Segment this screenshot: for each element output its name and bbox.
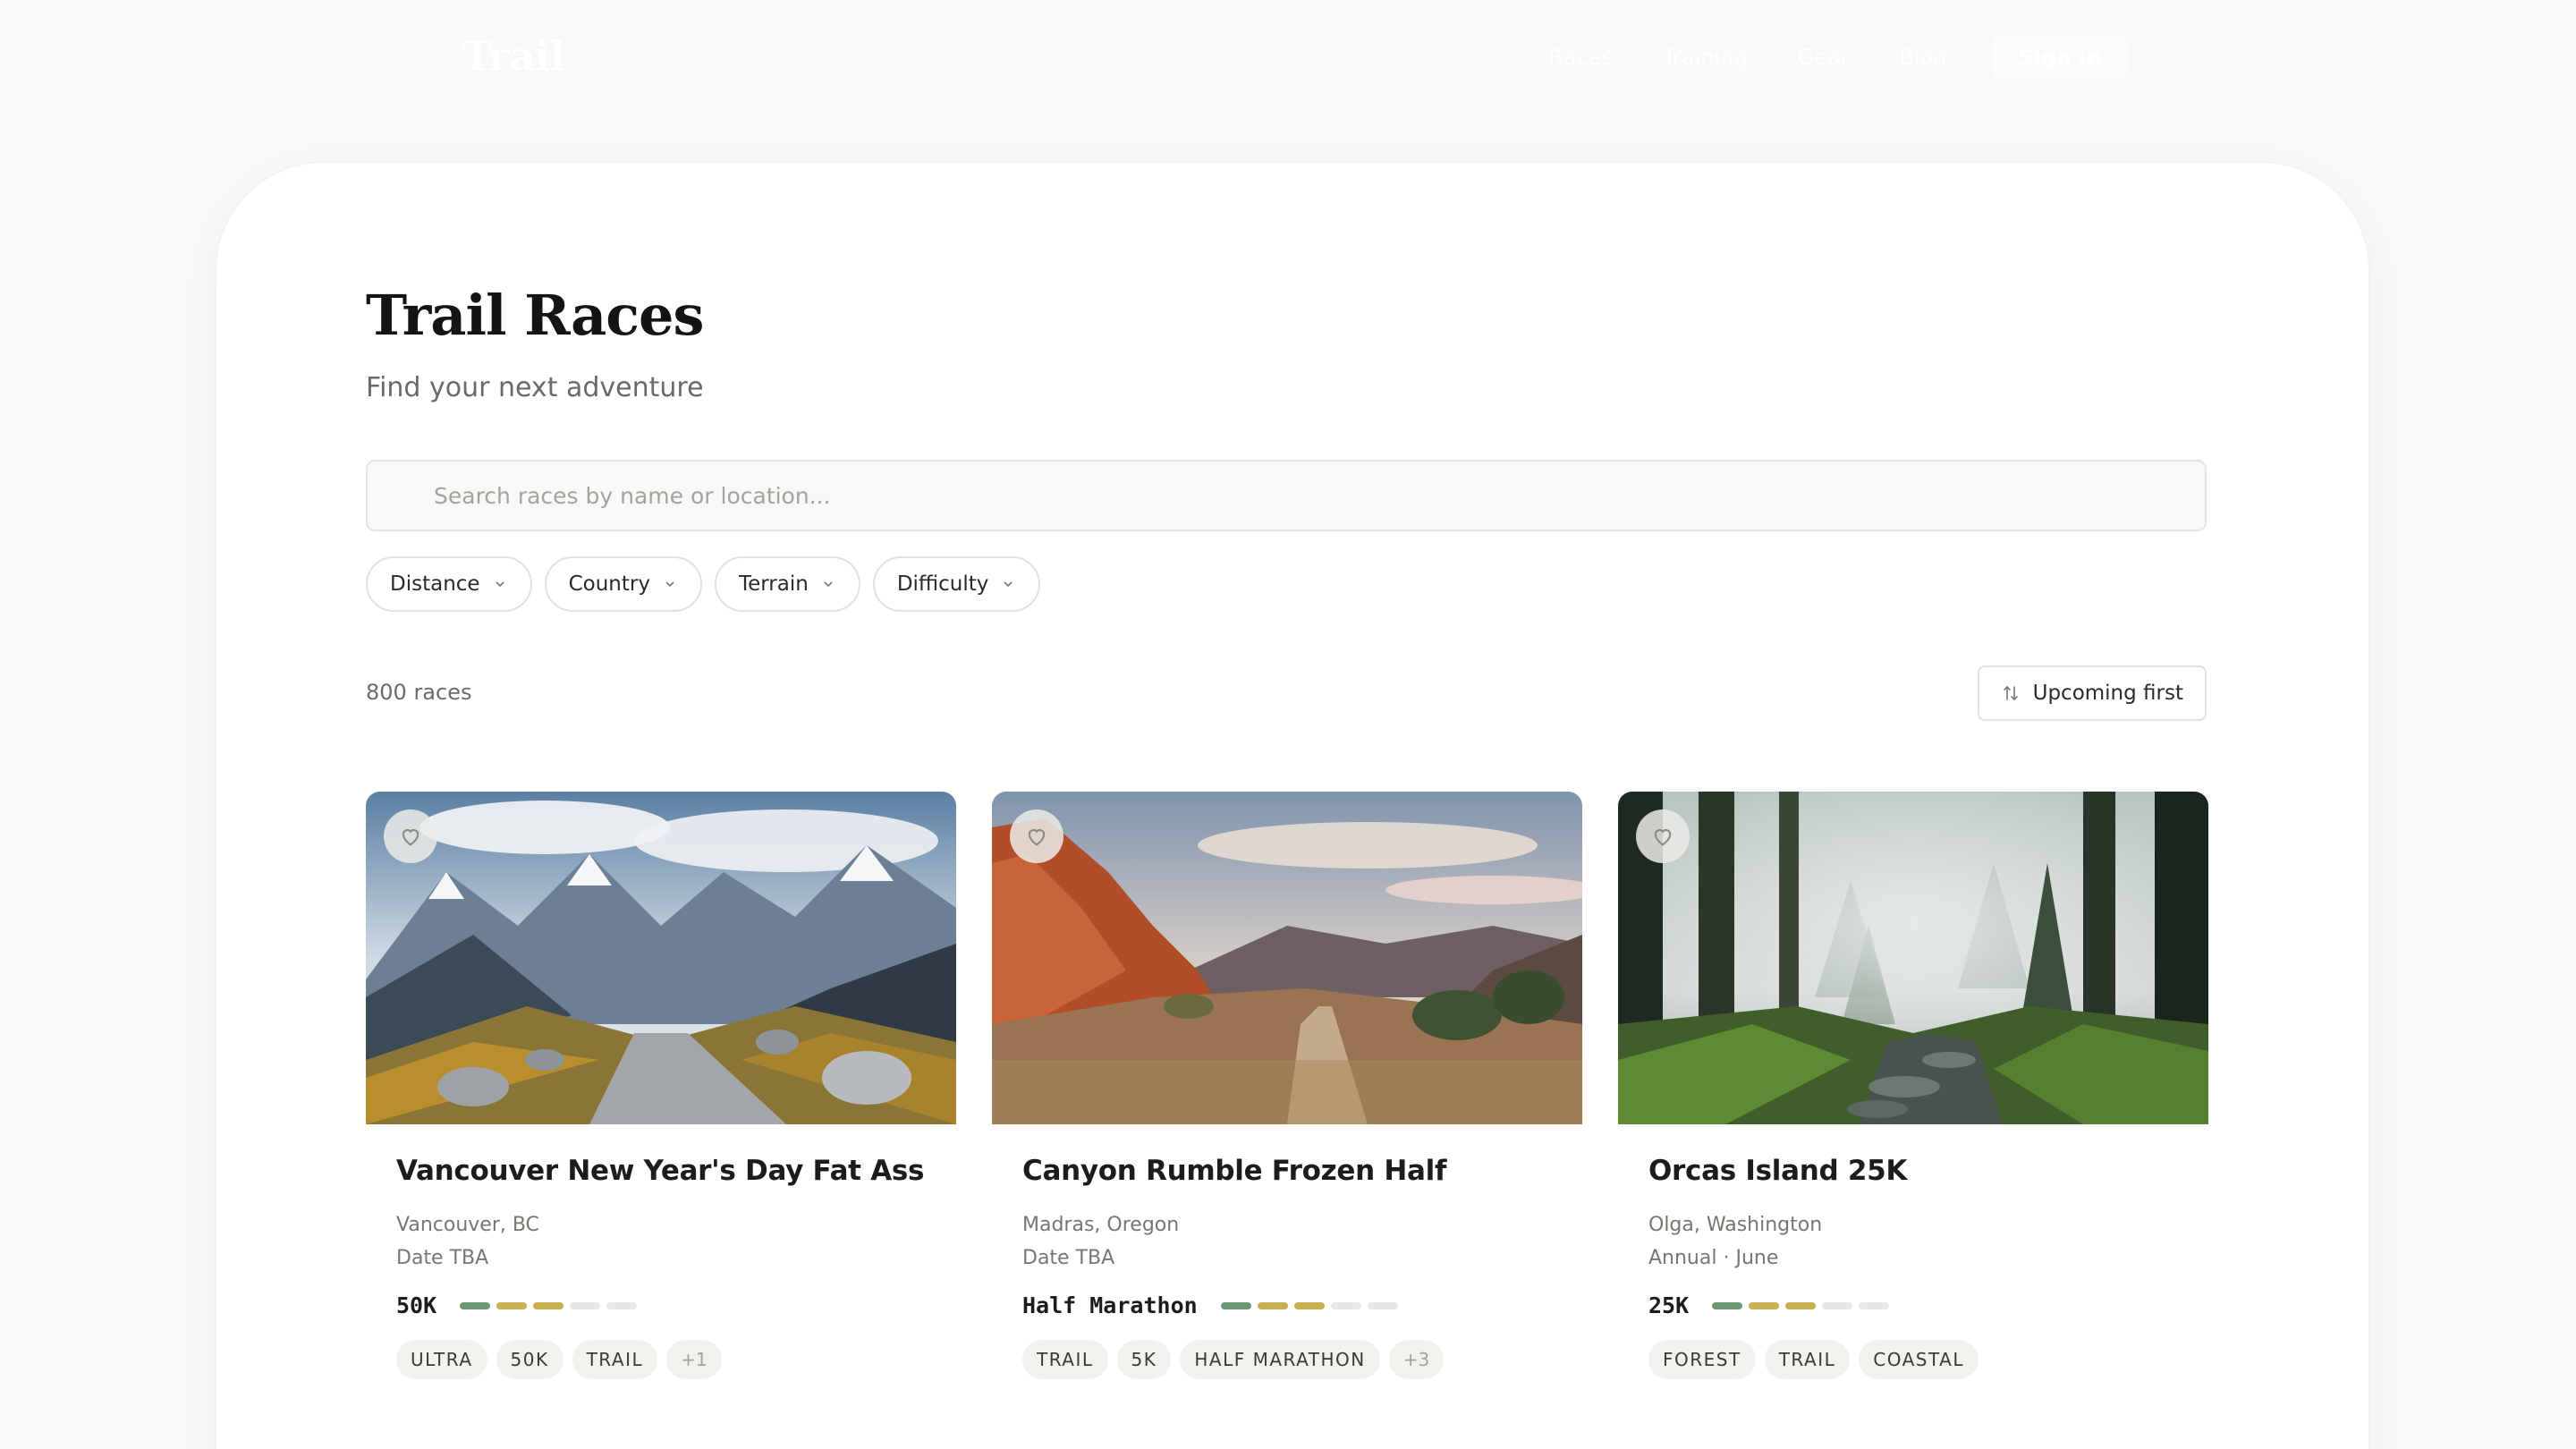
nav-links: Races Training Gear Blog Sign in (1524, 34, 2129, 80)
difficulty-bar (1712, 1301, 1743, 1309)
race-title: Canyon Rumble Frozen Half (1022, 1155, 1447, 1187)
filter-terrain[interactable]: Terrain (714, 556, 860, 612)
top-nav: Trail Races Training Gear Blog Sign in (0, 0, 2576, 116)
filter-bar: Distance Country Terrain Difficulty (366, 556, 1041, 612)
distance-row: Half Marathon (1022, 1292, 1552, 1318)
chevron-down-icon (1004, 581, 1013, 588)
difficulty-bar (1859, 1301, 1890, 1309)
main-panel: Trail Races Find your next adventure Dis… (216, 163, 2368, 1449)
difficulty-meter (1220, 1301, 1398, 1309)
favorite-button[interactable] (384, 809, 437, 863)
difficulty-bar (460, 1301, 491, 1309)
tag-list: ULTRA 50K TRAIL +1 (396, 1340, 926, 1379)
card-body: Orcas Island 25K Olga, Washington Annual… (1618, 1124, 2208, 1379)
race-image-desert-canyon (992, 792, 1582, 1124)
distance-row: 25K (1648, 1292, 2178, 1318)
heart-icon (402, 829, 419, 846)
sort-button[interactable]: Upcoming first (1977, 665, 2207, 721)
filter-label: Terrain (738, 572, 809, 596)
difficulty-bar (570, 1301, 601, 1309)
filter-difficulty[interactable]: Difficulty (872, 556, 1041, 612)
race-image-misty-forest (1618, 792, 2208, 1124)
tag: FOREST (1648, 1340, 1756, 1379)
tag: TRAIL (1022, 1340, 1108, 1379)
difficulty-bar (1220, 1301, 1251, 1309)
search-input[interactable] (434, 462, 2205, 530)
tag: TRAIL (1764, 1340, 1851, 1379)
difficulty-bar (496, 1301, 528, 1309)
difficulty-bar (1293, 1301, 1325, 1309)
filter-label: Difficulty (896, 572, 989, 596)
nav-link-gear[interactable]: Gear (1773, 36, 1875, 79)
nav-link-races[interactable]: Races (1524, 36, 1638, 79)
chevron-down-icon (824, 581, 833, 588)
difficulty-bar (533, 1301, 564, 1309)
distance-row: 50K (396, 1292, 926, 1318)
sign-in-button[interactable]: Sign in (1991, 34, 2129, 80)
difficulty-bar (1367, 1301, 1398, 1309)
tag: 5K (1116, 1340, 1172, 1379)
race-title: Vancouver New Year's Day Fat Ass (396, 1155, 925, 1187)
race-date: Date TBA (396, 1247, 489, 1269)
difficulty-meter (460, 1301, 638, 1309)
desert-canyon-image (992, 792, 1582, 1124)
race-card[interactable]: Vancouver New Year's Day Fat Ass Vancouv… (366, 792, 956, 1379)
search-bar (366, 460, 2207, 531)
race-location: Olga, Washington (1648, 1214, 1823, 1236)
tag: COASTAL (1859, 1340, 1979, 1379)
tag: ULTRA (396, 1340, 487, 1379)
page-title: Trail Races (366, 283, 704, 348)
race-image-alpine-valley (366, 792, 956, 1124)
race-card[interactable]: Orcas Island 25K Olga, Washington Annual… (1618, 792, 2208, 1379)
card-body: Canyon Rumble Frozen Half Madras, Oregon… (992, 1124, 1582, 1379)
misty-forest-image (1618, 792, 2208, 1124)
filter-label: Distance (390, 572, 480, 596)
card-body: Vancouver New Year's Day Fat Ass Vancouv… (366, 1124, 956, 1379)
alpine-valley-image (366, 792, 956, 1124)
page-subtitle: Find your next adventure (366, 372, 704, 403)
sort-label: Upcoming first (2032, 682, 2183, 705)
difficulty-bar (606, 1301, 638, 1309)
race-date: Date TBA (1022, 1247, 1115, 1269)
tag-list: TRAIL 5K HALF MARATHON +3 (1022, 1340, 1552, 1379)
race-distance: Half Marathon (1022, 1292, 1198, 1318)
tag-more: +1 (666, 1340, 722, 1379)
difficulty-bar (1330, 1301, 1361, 1309)
race-card[interactable]: Canyon Rumble Frozen Half Madras, Oregon… (992, 792, 1582, 1379)
heart-icon (1028, 829, 1046, 846)
results-count: 800 races (366, 680, 472, 705)
filter-distance[interactable]: Distance (366, 556, 532, 612)
race-date: Annual · June (1648, 1247, 1779, 1269)
favorite-button[interactable] (1010, 809, 1063, 863)
filter-country[interactable]: Country (544, 556, 702, 612)
race-location: Vancouver, BC (396, 1214, 539, 1236)
heart-icon (1654, 829, 1672, 846)
race-title: Orcas Island 25K (1648, 1155, 1908, 1187)
difficulty-bar (1257, 1301, 1288, 1309)
chevron-down-icon (665, 581, 674, 588)
tag: 50K (496, 1340, 564, 1379)
brand-logo[interactable]: Trail (462, 32, 565, 80)
sort-arrows-icon (2003, 685, 2018, 701)
tag-list: FOREST TRAIL COASTAL (1648, 1340, 2178, 1379)
nav-link-blog[interactable]: Blog (1874, 36, 1971, 79)
race-location: Madras, Oregon (1022, 1214, 1180, 1236)
race-distance: 25K (1648, 1292, 1690, 1318)
difficulty-meter (1712, 1301, 1890, 1309)
tag: HALF MARATHON (1180, 1340, 1380, 1379)
difficulty-bar (1822, 1301, 1853, 1309)
difficulty-bar (1749, 1301, 1780, 1309)
tag: TRAIL (572, 1340, 658, 1379)
difficulty-bar (1785, 1301, 1817, 1309)
chevron-down-icon (496, 581, 504, 588)
filter-label: Country (568, 572, 650, 596)
race-distance: 50K (396, 1292, 437, 1318)
nav-link-training[interactable]: Training (1638, 36, 1773, 79)
tag-more: +3 (1388, 1340, 1445, 1379)
race-grid: Vancouver New Year's Day Fat Ass Vancouv… (366, 792, 2208, 1379)
favorite-button[interactable] (1636, 809, 1690, 863)
